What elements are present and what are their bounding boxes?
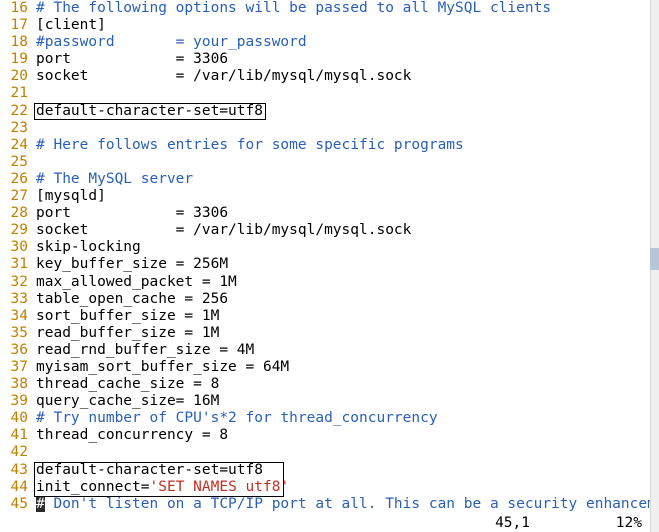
line-number: 21 [0,85,28,102]
vim-status-bar: 45,1 12% [0,515,650,532]
code-text: query_cache_size= 16M [36,393,219,409]
code-line[interactable]: 34 sort_buffer_size = 1M [0,308,650,325]
comment-text: # The MySQL server [36,171,193,187]
code-text: thread_cache_size = 8 [36,376,219,392]
line-number: 22 [0,103,28,120]
cursor-position: 45,1 [495,515,530,532]
line-number: 44 [0,479,28,496]
comment-text: # Here follows entries for some specific… [36,137,464,153]
code-line[interactable]: 21 [0,85,650,102]
line-number: 40 [0,410,28,427]
code-text: myisam_sort_buffer_size = 64M [36,359,289,375]
code-text: init_connect= [36,479,150,495]
comment-text: Don't listen on a TCP/IP port at all. Th… [45,496,650,512]
code-line[interactable]: 27 [mysqld] [0,188,650,205]
line-number: 18 [0,34,28,51]
code-line[interactable]: 22 default-character-set=utf8 [0,103,650,120]
line-number: 32 [0,274,28,291]
code-text: default-character-set=utf8 [36,462,263,478]
code-text: socket = /var/lib/mysql/mysql.sock [36,68,411,84]
line-number: 37 [0,359,28,376]
line-number: 29 [0,222,28,239]
code-line[interactable]: 30 skip-locking [0,239,650,256]
code-line[interactable]: 35 read_buffer_size = 1M [0,325,650,342]
line-number: 45 [0,496,28,513]
line-number: 23 [0,120,28,137]
code-line[interactable]: 45 # Don't listen on a TCP/IP port at all… [0,496,650,513]
line-number: 17 [0,17,28,34]
editor-viewport[interactable]: 16 # The following options will be passed… [0,0,650,532]
line-number: 35 [0,325,28,342]
code-text: skip-locking [36,239,141,255]
code-text: sort_buffer_size = 1M [36,308,219,324]
line-number: 38 [0,376,28,393]
code-text: [mysqld] [36,188,106,204]
line-number: 25 [0,154,28,171]
code-line[interactable]: 18 #password = your_password [0,34,650,51]
code-line[interactable]: 42 [0,444,650,461]
code-line[interactable]: 32 max_allowed_packet = 1M [0,274,650,291]
line-number: 19 [0,51,28,68]
line-number: 30 [0,239,28,256]
code-text: port = 3306 [36,205,228,221]
code-text: default-character-set=utf8 [36,103,263,119]
code-text: table_open_cache = 256 [36,291,228,307]
comment-text: # Try number of CPU's*2 for thread_concu… [36,410,438,426]
scroll-percent: 12% [616,515,642,532]
code-line[interactable]: 33 table_open_cache = 256 [0,291,650,308]
code-line[interactable]: 38 thread_cache_size = 8 [0,376,650,393]
code-line[interactable]: 24 # Here follows entries for some specif… [0,137,650,154]
string-literal: 'SET NAMES utf8' [150,479,290,495]
code-text: [client] [36,17,106,33]
code-line[interactable]: 39 query_cache_size= 16M [0,393,650,410]
line-number: 41 [0,427,28,444]
line-number: 20 [0,68,28,85]
code-line[interactable]: 23 [0,120,650,137]
line-number: 33 [0,291,28,308]
code-line[interactable]: 37 myisam_sort_buffer_size = 64M [0,359,650,376]
line-number: 28 [0,205,28,222]
code-line[interactable]: 44 init_connect='SET NAMES utf8' [0,479,650,496]
line-number: 43 [0,462,28,479]
code-line[interactable]: 20 socket = /var/lib/mysql/mysql.sock [0,68,650,85]
line-number: 34 [0,308,28,325]
code-line[interactable]: 17 [client] [0,17,650,34]
code-line[interactable]: 28 port = 3306 [0,205,650,222]
vertical-scrollbar[interactable] [650,0,659,532]
line-number: 31 [0,256,28,273]
line-number: 39 [0,393,28,410]
code-line[interactable]: 41 thread_concurrency = 8 [0,427,650,444]
code-line[interactable]: 43 default-character-set=utf8 [0,462,650,479]
line-number: 24 [0,137,28,154]
line-number: 42 [0,444,28,461]
code-line[interactable]: 19 port = 3306 [0,51,650,68]
code-line[interactable]: 36 read_rnd_buffer_size = 4M [0,342,650,359]
code-text: max_allowed_packet = 1M [36,274,237,290]
line-number: 16 [0,0,28,17]
code-text: thread_concurrency = 8 [36,427,228,443]
code-text: key_buffer_size = 256M [36,256,228,272]
code-text: read_rnd_buffer_size = 4M [36,342,254,358]
code-text: port = 3306 [36,51,228,67]
scrollbar-thumb[interactable] [650,248,659,270]
line-number: 26 [0,171,28,188]
cursor-cell: # [36,496,45,512]
comment-text: # The following options will be passed t… [36,0,551,16]
code-line[interactable]: 29 socket = /var/lib/mysql/mysql.sock [0,222,650,239]
code-line[interactable]: 26 # The MySQL server [0,171,650,188]
code-line[interactable]: 31 key_buffer_size = 256M [0,256,650,273]
code-line[interactable]: 25 [0,154,650,171]
code-line[interactable]: 16 # The following options will be passed… [0,0,650,17]
code-text: socket = /var/lib/mysql/mysql.sock [36,222,411,238]
code-text: read_buffer_size = 1M [36,325,219,341]
line-number: 27 [0,188,28,205]
comment-text: #password = your_password [36,34,307,50]
line-number: 36 [0,342,28,359]
code-line[interactable]: 40 # Try number of CPU's*2 for thread_con… [0,410,650,427]
